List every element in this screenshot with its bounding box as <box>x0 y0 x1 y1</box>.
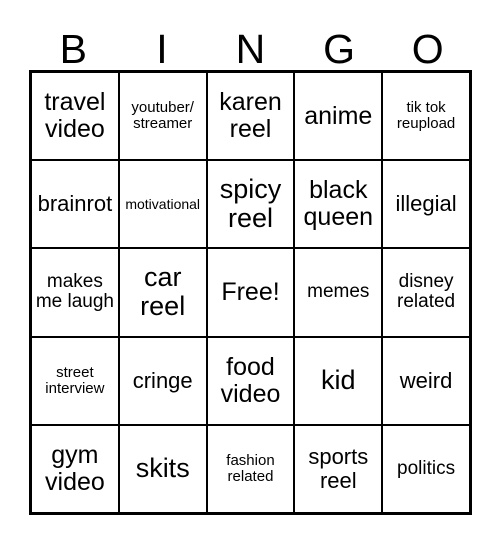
bingo-cell-label: tik tok reupload <box>396 98 456 133</box>
bingo-cell[interactable]: anime <box>295 73 382 160</box>
bingo-cell[interactable]: youtuber/ streamer <box>119 73 206 160</box>
bingo-cell-label: anime <box>304 101 373 130</box>
bingo-grid: travel video youtuber/ streamer karen reel… <box>29 70 472 515</box>
bingo-cell-label: motivational <box>125 195 201 212</box>
bingo-free-space[interactable]: Free! <box>207 249 294 336</box>
bingo-cell-label: youtuber/ streamer <box>131 98 194 133</box>
bingo-cell-label: politics <box>397 457 456 479</box>
bingo-cell[interactable]: black queen <box>295 161 382 248</box>
bingo-cell-label: spicy reel <box>219 174 282 234</box>
bingo-cell-label: travel video <box>44 88 106 144</box>
bingo-cell-label: memes <box>307 281 370 303</box>
bingo-header-letter-i: I <box>156 26 168 72</box>
bingo-cell[interactable]: disney related <box>383 249 469 336</box>
bingo-cell-label: fashion related <box>226 451 275 485</box>
bingo-header-letter-b: B <box>59 26 87 72</box>
bingo-cell-label: food video <box>220 352 281 408</box>
bingo-cell[interactable]: street interview <box>32 337 118 424</box>
bingo-header-letter-o: O <box>411 26 444 72</box>
bingo-cell[interactable]: fashion related <box>207 425 294 512</box>
bingo-cell[interactable]: motivational <box>119 161 206 248</box>
bingo-cell-label: disney related <box>397 270 456 313</box>
bingo-header: BINGO <box>29 18 472 70</box>
bingo-cell[interactable]: car reel <box>119 249 206 336</box>
bingo-cell[interactable]: skits <box>119 425 206 512</box>
bingo-cell-label: skits <box>135 453 190 484</box>
bingo-cell[interactable]: kid <box>295 337 382 424</box>
bingo-cell[interactable]: memes <box>295 249 382 336</box>
bingo-cell-label: car reel <box>140 262 186 322</box>
bingo-header-letter-n: N <box>235 26 266 72</box>
bingo-cell[interactable]: gym video <box>32 425 118 512</box>
bingo-cell-label: black queen <box>303 176 374 232</box>
bingo-header-letter-g: G <box>323 26 356 72</box>
bingo-cell[interactable]: weird <box>383 337 469 424</box>
bingo-cell[interactable]: politics <box>383 425 469 512</box>
bingo-cell[interactable]: food video <box>207 337 294 424</box>
bingo-cell[interactable]: cringe <box>119 337 206 424</box>
bingo-cell[interactable]: makes me laugh <box>32 249 118 336</box>
bingo-cell[interactable]: spicy reel <box>207 161 294 248</box>
bingo-cell[interactable]: karen reel <box>207 73 294 160</box>
bingo-card: B I N G O travel video youtuber/ streamer kare… <box>0 0 501 544</box>
bingo-cell[interactable]: brainrot <box>32 161 118 248</box>
bingo-cell-label: cringe <box>132 367 193 393</box>
bingo-cell[interactable]: tik tok reupload <box>383 73 469 160</box>
bingo-cell-label: kid <box>321 365 356 396</box>
bingo-cell-label: Free! <box>221 277 280 306</box>
bingo-cell-label: weird <box>399 367 453 393</box>
bingo-cell[interactable]: sports reel <box>295 425 382 512</box>
bingo-cell[interactable]: illegial <box>383 161 469 248</box>
bingo-cell-label: makes me laugh <box>35 270 114 313</box>
bingo-cell-label: illegial <box>395 191 457 217</box>
bingo-cell[interactable]: travel video <box>32 73 118 160</box>
bingo-cell-label: karen reel <box>219 88 282 144</box>
bingo-cell-label: brainrot <box>37 191 113 217</box>
bingo-cell-label: gym video <box>45 440 105 496</box>
bingo-cell-label: street interview <box>45 363 105 397</box>
bingo-cell-label: sports reel <box>308 444 369 493</box>
